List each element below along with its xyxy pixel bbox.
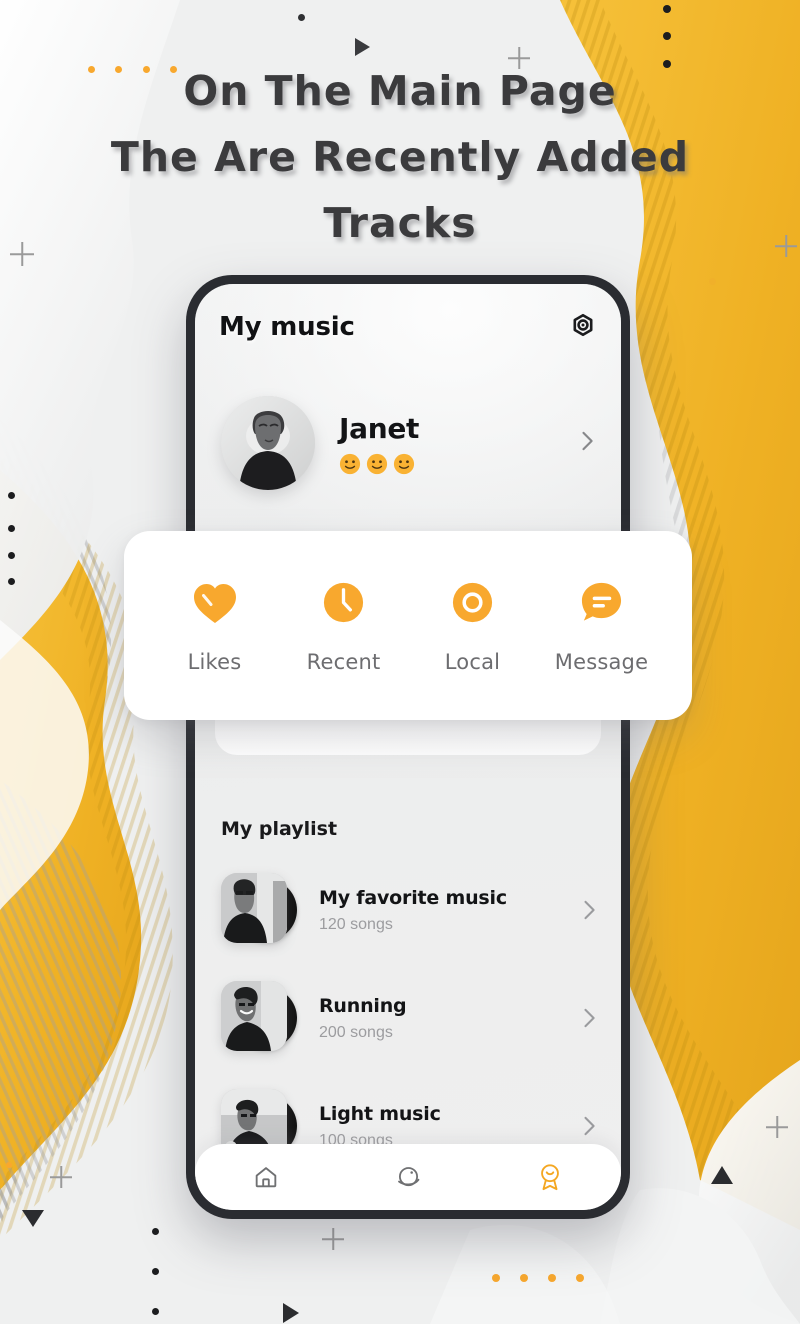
decorative-dot bbox=[6, 1162, 12, 1168]
avatar-photo bbox=[221, 396, 315, 490]
decorative-dot bbox=[8, 492, 15, 499]
nav-discover-button[interactable] bbox=[388, 1157, 428, 1197]
heart-icon bbox=[191, 578, 239, 628]
decorative-plus bbox=[766, 1116, 788, 1138]
playlist-name: My favorite music bbox=[319, 886, 507, 909]
chevron-right-icon-svg bbox=[582, 431, 593, 450]
profile-meta: Janet bbox=[339, 412, 579, 475]
disc-icon-svg bbox=[452, 582, 493, 623]
headline-line-3: Tracks bbox=[323, 199, 477, 247]
headline: On The Main Page The Are Recently Added … bbox=[0, 58, 800, 256]
decorative-triangle bbox=[22, 1210, 44, 1227]
decorative-dot bbox=[709, 278, 716, 285]
chevron-right-icon[interactable] bbox=[579, 428, 597, 459]
playlist-song-count: 200 songs bbox=[319, 1023, 393, 1041]
playlist-name: Running bbox=[319, 994, 407, 1017]
quick-actions-card: Likes Recent Local Message bbox=[124, 531, 692, 720]
decorative-triangle bbox=[711, 1166, 733, 1184]
decorative-plus bbox=[322, 1228, 344, 1250]
decorative-dot bbox=[576, 1274, 584, 1282]
smiley-emoji bbox=[339, 453, 361, 474]
profile-name: Janet bbox=[339, 411, 420, 445]
playlist-text: Running 200 songs bbox=[319, 995, 581, 1042]
quick-action-recent[interactable]: Recent bbox=[284, 578, 404, 674]
quick-action-message[interactable]: Message bbox=[542, 578, 662, 674]
app-screen: My music Janet My playlist My favorite m… bbox=[195, 284, 621, 1210]
decorative-dot bbox=[152, 1308, 159, 1315]
decorative-dot bbox=[8, 525, 15, 532]
quick-action-label: Recent bbox=[306, 649, 381, 674]
quick-action-label: Local bbox=[444, 649, 501, 674]
clock-icon bbox=[321, 578, 366, 628]
nav-profile-button[interactable] bbox=[530, 1157, 570, 1197]
list-item[interactable]: My favorite music 120 songs bbox=[195, 856, 621, 964]
headline-line-2: The Are Recently Added bbox=[110, 133, 690, 181]
chat-bubble-icon-svg bbox=[581, 582, 622, 621]
decorative-dot bbox=[548, 1274, 556, 1282]
quick-action-label: Likes bbox=[187, 649, 242, 674]
decorative-dot bbox=[152, 1268, 159, 1275]
smiley-emoji bbox=[393, 453, 415, 474]
playlist-name: Light music bbox=[319, 1102, 441, 1125]
decorative-dot bbox=[663, 32, 671, 40]
gear-icon-svg bbox=[573, 313, 593, 337]
decorative-dot bbox=[152, 1228, 159, 1235]
decorative-triangle bbox=[355, 38, 370, 56]
quick-action-local[interactable]: Local bbox=[413, 578, 533, 674]
decorative-triangle bbox=[283, 1303, 299, 1323]
app-header: My music bbox=[195, 312, 621, 342]
playlist-cover-1 bbox=[221, 873, 287, 943]
home-icon bbox=[255, 1167, 277, 1188]
profile-badges bbox=[339, 453, 579, 475]
playlist-cover-photo bbox=[221, 873, 287, 943]
disc-icon bbox=[450, 578, 495, 628]
heart-icon-svg bbox=[193, 583, 236, 623]
quick-action-label: Message bbox=[554, 649, 649, 674]
bottom-nav bbox=[195, 1144, 621, 1210]
profile-badge-icon bbox=[541, 1164, 559, 1191]
gear-icon[interactable] bbox=[569, 313, 597, 341]
clock-icon-svg bbox=[323, 582, 364, 623]
playlist-song-count: 120 songs bbox=[319, 915, 393, 933]
playlist-cover-2 bbox=[221, 981, 287, 1051]
decorative-dot bbox=[492, 1274, 500, 1282]
chat-bubble-icon bbox=[579, 578, 624, 628]
playlist-cover-photo bbox=[221, 981, 287, 1051]
decorative-dot bbox=[663, 5, 671, 13]
chevron-right-icon[interactable] bbox=[581, 1005, 599, 1031]
smiley-emoji bbox=[366, 453, 388, 474]
profile-row[interactable]: Janet bbox=[195, 396, 621, 490]
quick-action-likes[interactable]: Likes bbox=[155, 578, 275, 674]
playlist-list: My favorite music 120 songs Running 200 … bbox=[195, 856, 621, 1180]
phone-mockup: My music Janet My playlist My favorite m… bbox=[186, 275, 630, 1219]
planet-icon bbox=[397, 1166, 419, 1186]
chevron-right-icon[interactable] bbox=[581, 897, 599, 923]
page-title: My music bbox=[219, 312, 355, 342]
playlist-section-title: My playlist bbox=[221, 818, 338, 840]
nav-home-button[interactable] bbox=[246, 1157, 286, 1197]
decorative-dot bbox=[8, 578, 15, 585]
playlist-text: My favorite music 120 songs bbox=[319, 887, 581, 934]
avatar bbox=[221, 396, 315, 490]
playlist-thumbnail bbox=[221, 981, 297, 1055]
decorative-dot bbox=[298, 14, 305, 21]
chevron-right-icon[interactable] bbox=[581, 1113, 599, 1139]
list-item[interactable]: Running 200 songs bbox=[195, 964, 621, 1072]
decorative-dot bbox=[520, 1274, 528, 1282]
playlist-text: Light music 100 songs bbox=[319, 1103, 581, 1150]
decorative-plus bbox=[50, 1166, 72, 1188]
playlist-thumbnail bbox=[221, 873, 297, 947]
headline-line-1: On The Main Page bbox=[183, 67, 617, 115]
decorative-dot bbox=[8, 552, 15, 559]
